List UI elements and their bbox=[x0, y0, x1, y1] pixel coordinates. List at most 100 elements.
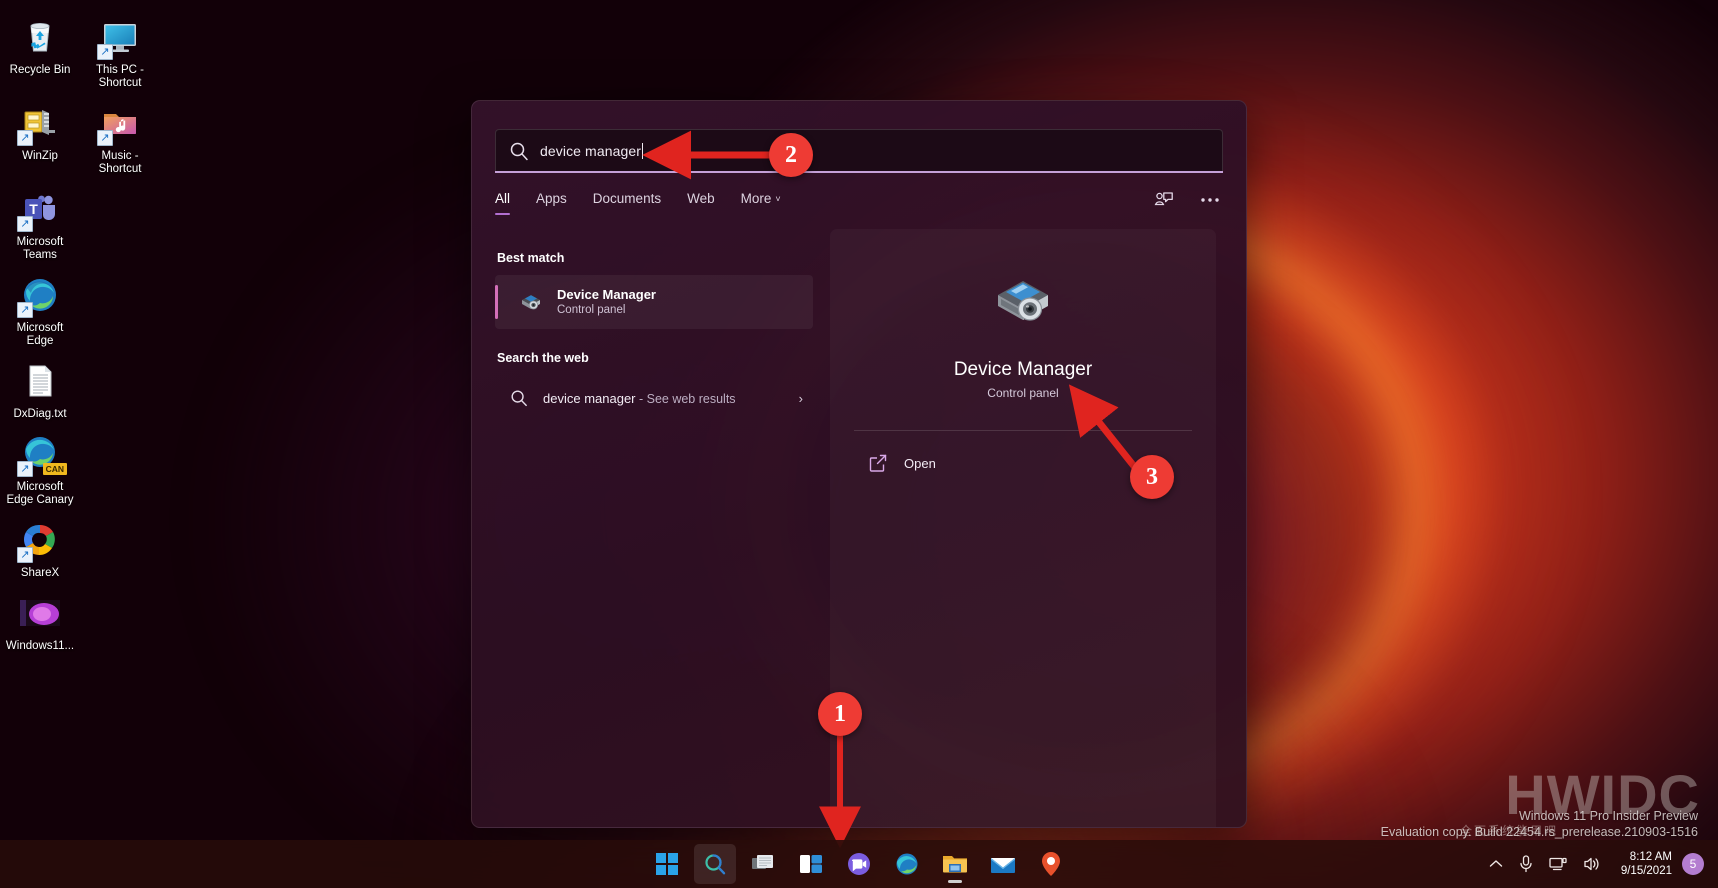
annotation-marker-1: 1 bbox=[818, 692, 862, 736]
clock[interactable]: 8:12 AM 9/15/2021 bbox=[1609, 844, 1682, 884]
winzip-icon: ↗ bbox=[17, 100, 63, 146]
more-options-icon[interactable] bbox=[1197, 187, 1223, 213]
volume-icon[interactable] bbox=[1575, 844, 1609, 884]
desktop-icon-sharex[interactable]: ↗ ShareX bbox=[0, 511, 80, 584]
recycle-bin-icon bbox=[17, 14, 63, 60]
search-toolbar-actions bbox=[1151, 187, 1223, 213]
desktop-icon-grid: Recycle Bin ↗ This PC - Shortcut ↗ WinZi… bbox=[0, 8, 160, 657]
open-external-icon bbox=[868, 453, 888, 473]
shortcut-overlay-icon: ↗ bbox=[97, 130, 113, 146]
tab-label: More bbox=[740, 191, 772, 206]
desktop-icon-dxdiag[interactable]: DxDiag.txt bbox=[0, 352, 80, 425]
tab-more[interactable]: More ˅ bbox=[741, 189, 781, 215]
desktop-icon-winzip[interactable]: ↗ WinZip bbox=[0, 94, 80, 180]
microsoft-teams-icon: T ↗ bbox=[17, 186, 63, 232]
search-icon bbox=[508, 140, 530, 162]
desktop-icon-row: ↗ ShareX bbox=[0, 511, 160, 584]
device-manager-icon bbox=[985, 263, 1061, 339]
desktop-icon-label: This PC - Shortcut bbox=[96, 64, 144, 89]
taskbar-search-button[interactable] bbox=[694, 844, 736, 884]
desktop-icon-label: Microsoft Edge Canary bbox=[6, 481, 74, 506]
tab-label: Apps bbox=[536, 191, 567, 206]
notification-badge[interactable]: 5 bbox=[1682, 853, 1704, 875]
selection-indicator bbox=[495, 285, 498, 319]
web-result-query: device manager bbox=[543, 390, 636, 406]
desktop-icon-row: DxDiag.txt bbox=[0, 352, 160, 425]
desktop-icon-row: T ↗ Microsoft Teams bbox=[0, 180, 160, 266]
tab-label: All bbox=[495, 191, 511, 206]
show-hidden-icons-button[interactable] bbox=[1481, 844, 1511, 884]
widgets-button[interactable] bbox=[790, 844, 832, 884]
shortcut-overlay-icon: ↗ bbox=[17, 302, 33, 318]
desktop-icon-label: WinZip bbox=[22, 150, 58, 162]
annotation-marker-2: 2 bbox=[769, 133, 813, 177]
device-manager-icon bbox=[517, 288, 545, 316]
web-result-row[interactable]: device manager - See web results › bbox=[495, 375, 813, 421]
music-folder-icon: ↗ bbox=[97, 100, 143, 146]
search-input-wrapper[interactable]: device manager bbox=[495, 129, 1223, 173]
tray-date: 9/15/2021 bbox=[1620, 865, 1672, 877]
task-view-button[interactable] bbox=[742, 844, 784, 884]
desktop-icon-row: ↗ WinZip ↗ Music - Shortcut bbox=[0, 94, 160, 180]
result-subtitle: Control panel bbox=[557, 303, 626, 316]
mail-button[interactable] bbox=[982, 844, 1024, 884]
tab-all[interactable]: All bbox=[495, 189, 511, 215]
shortcut-overlay-icon: ↗ bbox=[97, 44, 113, 60]
search-icon bbox=[509, 388, 529, 408]
system-tray: 8:12 AM 9/15/2021 5 bbox=[1481, 840, 1708, 888]
desktop-icon-microsoft-teams[interactable]: T ↗ Microsoft Teams bbox=[0, 180, 80, 266]
preview-divider bbox=[854, 430, 1192, 431]
sharex-icon: ↗ bbox=[17, 517, 63, 563]
edge-button[interactable] bbox=[886, 844, 928, 884]
search-filter-tabs: All Apps Documents Web More ˅ bbox=[495, 189, 1223, 221]
desktop-icon-edge-canary[interactable]: CAN ↗ Microsoft Edge Canary bbox=[0, 425, 80, 511]
desktop-icon-recycle-bin[interactable]: Recycle Bin bbox=[0, 8, 80, 94]
tab-web[interactable]: Web bbox=[687, 189, 715, 215]
search-input-value: device manager bbox=[540, 142, 642, 159]
desktop: Recycle Bin ↗ This PC - Shortcut ↗ WinZi… bbox=[0, 0, 1718, 888]
network-icon[interactable] bbox=[1541, 844, 1575, 884]
preview-subtitle: Control panel bbox=[987, 386, 1059, 400]
chat-button[interactable] bbox=[838, 844, 880, 884]
tab-documents[interactable]: Documents bbox=[593, 189, 661, 215]
desktop-icon-microsoft-edge[interactable]: ↗ Microsoft Edge bbox=[0, 266, 80, 352]
search-results-area: Best match Device Manager Control panel … bbox=[472, 233, 1246, 827]
microsoft-edge-canary-icon: CAN ↗ bbox=[17, 431, 67, 477]
search-preview-panel: Device Manager Control panel Open bbox=[830, 229, 1216, 827]
sharex-button[interactable] bbox=[1030, 844, 1072, 884]
shortcut-overlay-icon: ↗ bbox=[17, 461, 33, 477]
svg-text:T: T bbox=[29, 201, 38, 217]
tray-time: 8:12 AM bbox=[1629, 851, 1672, 863]
running-indicator bbox=[948, 880, 962, 883]
tab-apps[interactable]: Apps bbox=[536, 189, 567, 215]
desktop-icon-label: Windows11... bbox=[5, 640, 75, 652]
desktop-icon-row: CAN ↗ Microsoft Edge Canary bbox=[0, 425, 160, 511]
feedback-icon[interactable] bbox=[1151, 187, 1177, 213]
desktop-icon-label: Music - Shortcut bbox=[98, 150, 142, 175]
chevron-right-icon: › bbox=[798, 390, 803, 406]
canary-badge: CAN bbox=[42, 463, 67, 475]
best-match-heading: Best match bbox=[497, 251, 565, 265]
image-file-icon bbox=[17, 590, 63, 636]
search-input[interactable]: device manager bbox=[495, 129, 1223, 171]
annotation-marker-3: 3 bbox=[1130, 455, 1174, 499]
desktop-icon-windows11-image[interactable]: Windows11... bbox=[0, 584, 80, 657]
tab-label: Web bbox=[687, 191, 715, 206]
taskbar-button-group bbox=[646, 840, 1072, 888]
desktop-icon-music[interactable]: ↗ Music - Shortcut bbox=[80, 94, 160, 180]
preview-title: Device Manager bbox=[953, 359, 1093, 380]
search-input-underline bbox=[495, 171, 1223, 173]
desktop-icon-this-pc[interactable]: ↗ This PC - Shortcut bbox=[80, 8, 160, 94]
result-item-device-manager[interactable]: Device Manager Control panel bbox=[495, 275, 813, 329]
search-results-list: Best match Device Manager Control panel … bbox=[472, 233, 820, 827]
result-title: Device Manager bbox=[557, 286, 656, 302]
web-result-suffix: - See web results bbox=[635, 391, 736, 406]
file-explorer-button[interactable] bbox=[934, 844, 976, 884]
microphone-icon[interactable] bbox=[1511, 844, 1541, 884]
shortcut-overlay-icon: ↗ bbox=[17, 130, 33, 146]
taskbar: 8:12 AM 9/15/2021 5 bbox=[0, 840, 1718, 888]
desktop-icon-row: Windows11... bbox=[0, 584, 160, 657]
open-button-label: Open bbox=[904, 455, 936, 471]
start-button[interactable] bbox=[646, 844, 688, 884]
shortcut-overlay-icon: ↗ bbox=[17, 216, 33, 232]
